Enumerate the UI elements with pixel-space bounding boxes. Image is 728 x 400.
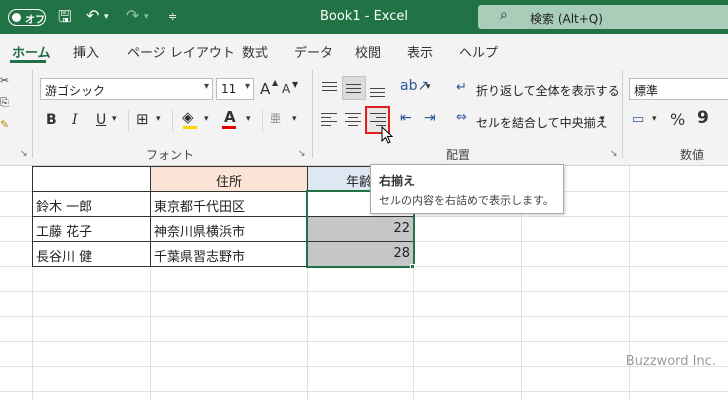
wrap-text-icon[interactable]: ↵ (456, 80, 467, 95)
cell-name[interactable]: 長谷川 健 (36, 246, 92, 265)
ribbon-tabs: ホーム 挿入 ページ レイアウト 数式 データ 校閲 表示 ヘルプ (0, 34, 728, 66)
decrease-indent-icon[interactable]: ⇤ (400, 110, 412, 126)
tab-review[interactable]: 校閲 (355, 42, 381, 61)
search-icon: ⌕ (500, 7, 508, 23)
title-bar: オフ 🖫 ↶ ▾ ↷ ▾ ≑ Book1 - Excel ⌕ 検索 (Alt+Q… (0, 0, 728, 34)
tab-home[interactable]: ホーム (12, 42, 51, 61)
tab-data[interactable]: データ (294, 42, 333, 61)
font-color-dropdown-icon[interactable]: ▾ (246, 114, 251, 124)
gridline (0, 391, 728, 392)
orientation-icon[interactable]: ab↗ (400, 78, 429, 94)
group-label-alignment: 配置 (446, 148, 471, 162)
align-left-icon[interactable] (320, 110, 340, 130)
font-name-value: 游ゴシック (45, 84, 106, 98)
cut-icon[interactable]: ✂ (0, 74, 9, 87)
fill-color-dropdown-icon[interactable]: ▾ (204, 114, 209, 124)
gridline (0, 291, 728, 292)
table-border (32, 166, 33, 267)
number-format-combo[interactable]: 標準 (629, 78, 728, 100)
cell-age[interactable]: 28 (393, 246, 410, 261)
shrink-font-caret-icon: ▼ (292, 80, 299, 89)
currency-icon[interactable]: ▭ (632, 112, 644, 127)
cell-address[interactable]: 東京都千代田区 (154, 196, 245, 215)
increase-indent-icon[interactable]: ⇥ (424, 110, 436, 126)
gridline (0, 341, 728, 342)
underline-button[interactable]: U (96, 112, 106, 128)
font-dialog-launcher-icon[interactable]: ↘ (298, 149, 306, 159)
ribbon-separator (622, 70, 623, 158)
shrink-font-button[interactable]: A (282, 82, 290, 96)
fill-color-swatch (183, 126, 197, 129)
ribbon-separator (262, 110, 263, 132)
font-size-value: 11 (221, 82, 237, 96)
ribbon-separator (312, 70, 313, 158)
table-border (150, 166, 151, 267)
italic-button[interactable]: I (72, 112, 78, 128)
currency-dropdown-icon[interactable]: ▾ (652, 114, 657, 124)
cell-name[interactable]: 工藤 花子 (36, 221, 92, 240)
align-bottom-icon[interactable] (368, 80, 388, 100)
phonetic-dropdown-icon[interactable]: ▾ (292, 114, 297, 124)
ribbon-separator (32, 70, 33, 158)
copy-icon[interactable]: ⎘ (0, 96, 9, 110)
watermark: Buzzword Inc. (625, 354, 716, 369)
align-center-icon[interactable] (344, 110, 364, 130)
group-label-number: 数値 (680, 148, 705, 162)
chevron-down-icon: ▾ (244, 81, 250, 92)
clipboard-dialog-launcher-icon[interactable]: ↘ (20, 149, 28, 159)
cell-age[interactable]: 22 (393, 221, 410, 236)
font-color-icon[interactable]: A (224, 108, 236, 126)
merge-center-icon[interactable]: ⇔ (456, 110, 467, 125)
alignment-dialog-launcher-icon[interactable]: ↘ (610, 149, 618, 159)
group-label-font: フォント (146, 148, 195, 162)
font-color-swatch (222, 126, 236, 129)
comma-style-button[interactable]: 9 (697, 108, 709, 128)
bold-button[interactable]: B (46, 112, 57, 128)
gridline (0, 316, 728, 317)
border-icon[interactable]: ⊞ (136, 110, 149, 128)
search-box[interactable]: ⌕ 検索 (Alt+Q) (478, 5, 728, 29)
ribbon-separator (172, 110, 173, 132)
format-painter-icon[interactable]: ✎ (0, 118, 9, 131)
align-top-icon[interactable] (320, 78, 340, 98)
tab-page-layout[interactable]: ページ レイアウト (127, 42, 235, 61)
tab-view[interactable]: 表示 (407, 42, 433, 61)
number-format-value: 標準 (634, 84, 659, 98)
orientation-dropdown-icon[interactable]: ▾ (426, 82, 431, 92)
align-middle-icon (344, 78, 364, 98)
search-placeholder: 検索 (Alt+Q) (530, 12, 603, 26)
tooltip-description: セルの内容を右詰めで表示します。 (379, 194, 554, 207)
header-age[interactable]: 年齢 (346, 171, 372, 190)
phonetic-guide-icon[interactable]: 亜 (270, 110, 281, 126)
merge-center-button[interactable]: セルを結合して中央揃え (476, 114, 608, 131)
tab-insert[interactable]: 挿入 (73, 42, 99, 61)
tooltip: 右揃え セルの内容を右詰めで表示します。 (370, 164, 564, 214)
tab-help[interactable]: ヘルプ (459, 42, 498, 61)
mouse-pointer-icon (381, 126, 394, 144)
table-border (32, 166, 414, 167)
active-tab-indicator (10, 60, 46, 63)
cell-address[interactable]: 千葉県習志野市 (154, 246, 245, 265)
fill-color-icon[interactable]: ◈ (182, 108, 194, 126)
header-address[interactable]: 住所 (216, 171, 242, 190)
chevron-down-icon: ▾ (203, 81, 209, 92)
cell-address[interactable]: 神奈川県横浜市 (154, 221, 245, 240)
wrap-text-button[interactable]: 折り返して全体を表示する (476, 82, 620, 99)
underline-dropdown-icon[interactable]: ▾ (112, 114, 117, 124)
tab-formulas[interactable]: 数式 (242, 42, 268, 61)
grow-font-caret-icon: ▲ (272, 78, 279, 87)
font-name-combo[interactable]: 游ゴシック ▾ (40, 78, 213, 100)
cell-name[interactable]: 鈴木 一郎 (36, 196, 92, 215)
border-dropdown-icon[interactable]: ▾ (156, 114, 161, 124)
ribbon-separator (128, 110, 129, 132)
merge-dropdown-icon[interactable]: ▾ (600, 114, 605, 124)
gridline (0, 366, 728, 367)
grow-font-button[interactable]: A (260, 80, 270, 98)
fill-handle[interactable] (410, 264, 415, 269)
percent-button[interactable]: % (670, 110, 685, 129)
tooltip-title: 右揃え (379, 174, 416, 188)
font-size-combo[interactable]: 11 ▾ (216, 78, 254, 100)
